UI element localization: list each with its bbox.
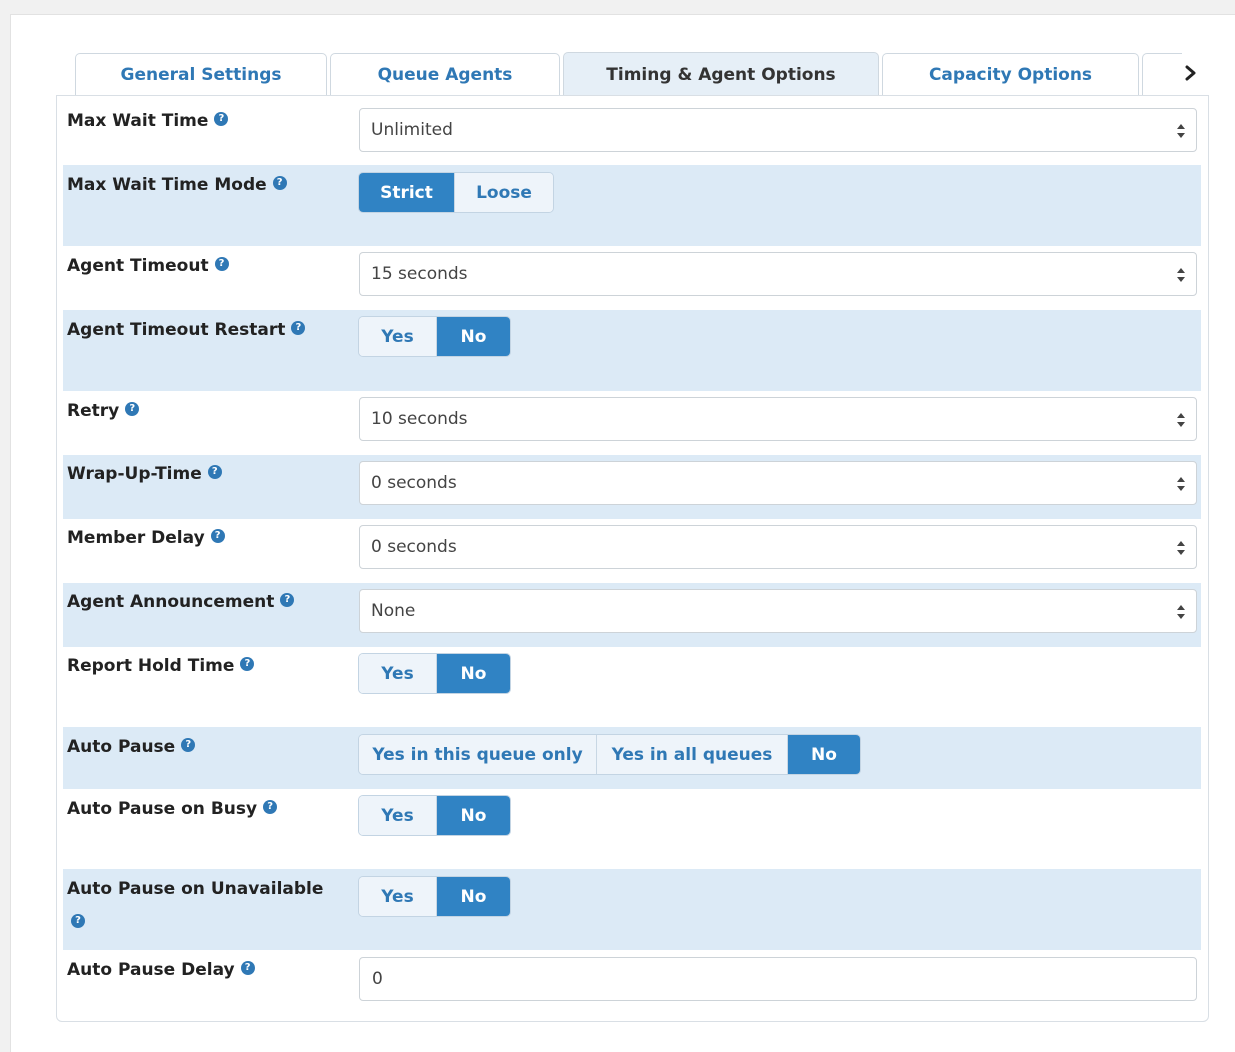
question-circle-icon[interactable]: ? xyxy=(240,961,255,975)
sort-caret-icon xyxy=(1177,124,1185,138)
max-wait-time-mode-toggle: Strict Loose xyxy=(358,172,554,213)
agent-announcement-value: None xyxy=(371,601,416,621)
no-option[interactable]: No xyxy=(437,796,510,835)
question-circle-icon[interactable]: ? xyxy=(240,657,255,671)
question-circle-icon[interactable]: ? xyxy=(291,321,306,335)
agent-timeout-label: Agent Timeout? xyxy=(67,255,229,277)
member-delay-select[interactable]: 0 seconds xyxy=(359,525,1197,569)
yes-option[interactable]: Yes xyxy=(359,877,437,916)
agent-timeout-select[interactable]: 15 seconds xyxy=(359,252,1197,296)
question-circle-icon[interactable]: ? xyxy=(272,176,287,190)
retry-label: Retry? xyxy=(67,400,140,422)
wrap-up-time-select[interactable]: 0 seconds xyxy=(359,461,1197,505)
retry-select[interactable]: 10 seconds xyxy=(359,397,1197,441)
auto-pause-on-unavailable-toggle: Yes No xyxy=(358,876,511,917)
member-delay-value: 0 seconds xyxy=(371,537,457,557)
auto-pause-delay-input[interactable] xyxy=(359,957,1197,1001)
question-circle-icon[interactable]: ? xyxy=(71,914,85,928)
question-circle-icon[interactable]: ? xyxy=(214,257,229,271)
question-circle-icon[interactable]: ? xyxy=(280,593,295,607)
sort-caret-icon xyxy=(1177,605,1185,619)
auto-pause-label: Auto Pause? xyxy=(67,736,196,758)
auto-pause-on-busy-label: Auto Pause on Busy? xyxy=(67,798,278,820)
yes-in-all-queues-option[interactable]: Yes in all queues xyxy=(597,735,788,774)
sort-caret-icon xyxy=(1177,268,1185,282)
yes-option[interactable]: Yes xyxy=(359,654,437,693)
agent-announcement-select[interactable]: None xyxy=(359,589,1197,633)
sort-caret-icon xyxy=(1177,477,1185,491)
max-wait-time-mode-label: Max Wait Time Mode? xyxy=(67,174,287,196)
agent-timeout-restart-toggle: Yes No xyxy=(358,316,511,357)
tab-capacity-options[interactable]: Capacity Options xyxy=(882,53,1139,96)
question-circle-icon[interactable]: ? xyxy=(207,465,222,479)
strict-option[interactable]: Strict xyxy=(359,173,455,212)
sort-caret-icon xyxy=(1177,541,1185,555)
member-delay-label: Member Delay? xyxy=(67,527,225,549)
no-option[interactable]: No xyxy=(788,735,860,774)
report-hold-time-toggle: Yes No xyxy=(358,653,511,694)
tab-general-settings[interactable]: General Settings xyxy=(75,53,327,96)
agent-timeout-value: 15 seconds xyxy=(371,264,468,284)
no-option[interactable]: No xyxy=(437,654,510,693)
auto-pause-on-unavailable-label: Auto Pause on Unavailable xyxy=(67,879,324,899)
wrap-up-time-value: 0 seconds xyxy=(371,473,457,493)
auto-pause-delay-label: Auto Pause Delay? xyxy=(67,959,255,981)
question-circle-icon[interactable]: ? xyxy=(125,402,140,416)
report-hold-time-label: Report Hold Time? xyxy=(67,655,255,677)
question-circle-icon[interactable]: ? xyxy=(210,529,225,543)
agent-timeout-restart-label: Agent Timeout Restart? xyxy=(67,319,306,341)
max-wait-time-label: Max Wait Time? xyxy=(67,110,229,132)
yes-option[interactable]: Yes xyxy=(359,796,437,835)
question-circle-icon[interactable]: ? xyxy=(181,738,196,752)
sort-caret-icon xyxy=(1177,413,1185,427)
no-option[interactable]: No xyxy=(437,317,510,356)
tab-queue-agents[interactable]: Queue Agents xyxy=(330,53,560,96)
auto-pause-on-busy-toggle: Yes No xyxy=(358,795,511,836)
wrap-up-time-label: Wrap-Up-Time? xyxy=(67,463,222,485)
agent-announcement-label: Agent Announcement? xyxy=(67,591,295,613)
yes-in-this-queue-only-option[interactable]: Yes in this queue only xyxy=(359,735,597,774)
yes-option[interactable]: Yes xyxy=(359,317,437,356)
max-wait-time-value: Unlimited xyxy=(371,120,453,140)
tab-timing-agent-options[interactable]: Timing & Agent Options xyxy=(563,52,879,96)
retry-value: 10 seconds xyxy=(371,409,468,429)
loose-option[interactable]: Loose xyxy=(455,173,553,212)
auto-pause-toggle: Yes in this queue only Yes in all queues… xyxy=(358,734,861,775)
question-circle-icon[interactable]: ? xyxy=(214,112,229,126)
no-option[interactable]: No xyxy=(437,877,510,916)
chevron-right-icon[interactable] xyxy=(1176,58,1206,88)
max-wait-time-select[interactable]: Unlimited xyxy=(359,108,1197,152)
question-circle-icon[interactable]: ? xyxy=(263,800,278,814)
